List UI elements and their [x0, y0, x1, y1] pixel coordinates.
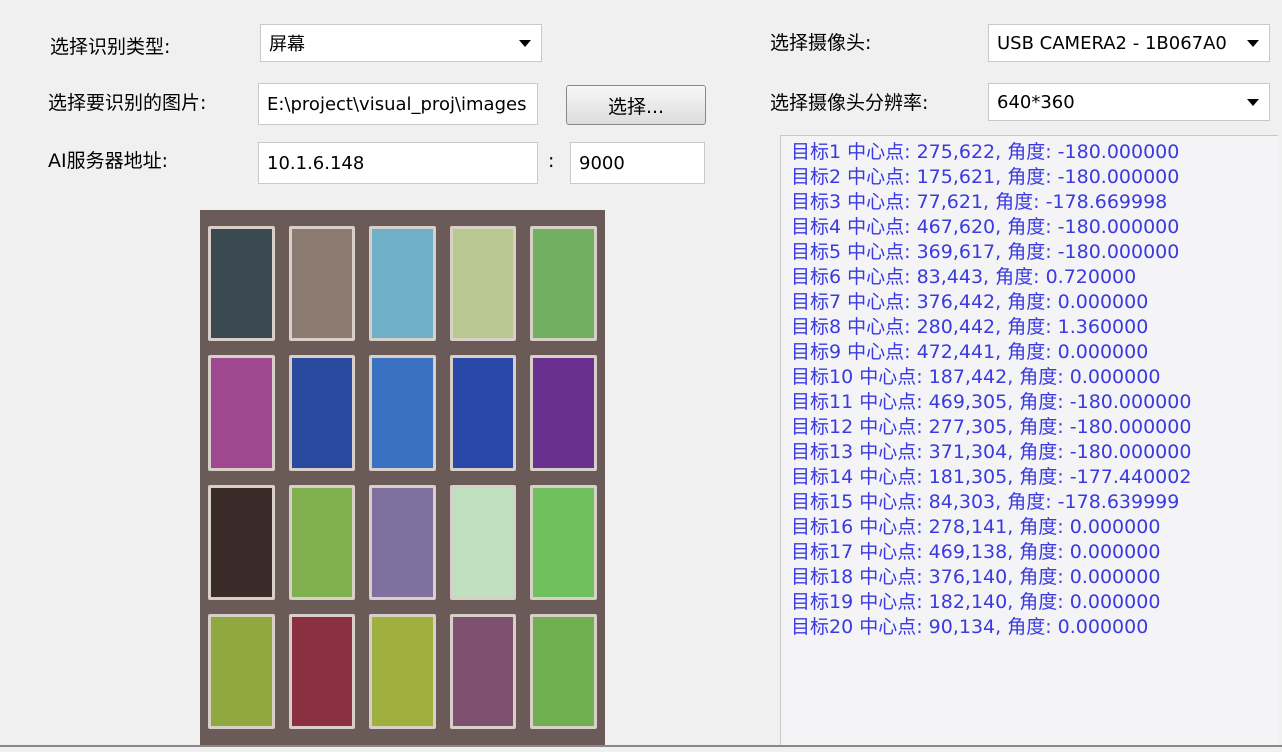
result-line: 目标20 中心点: 90,134, 角度: 0.000000: [791, 615, 1278, 640]
result-line: 目标4 中心点: 467,620, 角度: -180.000000: [791, 215, 1278, 240]
screen-panel: [369, 485, 436, 600]
result-line: 目标15 中心点: 84,303, 角度: -178.639999: [791, 490, 1278, 515]
result-line: 目标17 中心点: 469,138, 角度: 0.000000: [791, 540, 1278, 565]
resolution-select[interactable]: 640*360: [988, 83, 1270, 121]
chevron-down-icon: [519, 40, 531, 47]
result-line: 目标2 中心点: 175,621, 角度: -180.000000: [791, 165, 1278, 190]
results-list[interactable]: 目标1 中心点: 275,622, 角度: -180.000000目标2 中心点…: [780, 135, 1278, 745]
camera-label: 选择摄像头:: [770, 28, 871, 55]
screen-panel: [289, 355, 356, 470]
recognition-type-value: 屏幕: [269, 30, 305, 56]
result-line: 目标3 中心点: 77,621, 角度: -178.669998: [791, 190, 1278, 215]
result-line: 目标6 中心点: 83,443, 角度: 0.720000: [791, 265, 1278, 290]
resolution-value: 640*360: [997, 92, 1075, 113]
chevron-down-icon: [1247, 40, 1259, 47]
screen-panel: [208, 226, 275, 341]
screen-panel: [450, 485, 517, 600]
camera-select[interactable]: USB CAMERA2 - 1B067A0: [988, 24, 1270, 62]
divider: [0, 745, 1282, 747]
screen-panel: [450, 355, 517, 470]
screen-panel: [369, 614, 436, 729]
result-line: 目标16 中心点: 278,141, 角度: 0.000000: [791, 515, 1278, 540]
screen-panel: [289, 614, 356, 729]
image-path-label: 选择要识别的图片:: [48, 88, 206, 115]
result-line: 目标11 中心点: 469,305, 角度: -180.000000: [791, 390, 1278, 415]
screen-panel: [369, 226, 436, 341]
result-line: 目标9 中心点: 472,441, 角度: 0.000000: [791, 340, 1278, 365]
screen-panel: [208, 355, 275, 470]
screen-panel: [530, 485, 597, 600]
server-ip-input[interactable]: 10.1.6.148: [258, 142, 538, 184]
recognition-image: [200, 210, 605, 745]
screen-panel: [208, 614, 275, 729]
screen-panel: [530, 614, 597, 729]
recognition-type-label: 选择识别类型:: [50, 32, 170, 59]
screen-panel: [450, 614, 517, 729]
result-line: 目标18 中心点: 376,140, 角度: 0.000000: [791, 565, 1278, 590]
result-line: 目标1 中心点: 275,622, 角度: -180.000000: [791, 140, 1278, 165]
resolution-label: 选择摄像头分辨率:: [770, 88, 928, 115]
result-line: 目标13 中心点: 371,304, 角度: -180.000000: [791, 440, 1278, 465]
screen-panel: [369, 355, 436, 470]
result-line: 目标8 中心点: 280,442, 角度: 1.360000: [791, 315, 1278, 340]
screen-panel: [208, 485, 275, 600]
screen-panel: [530, 355, 597, 470]
result-line: 目标14 中心点: 181,305, 角度: -177.440002: [791, 465, 1278, 490]
camera-value: USB CAMERA2 - 1B067A0: [997, 33, 1227, 54]
result-line: 目标5 中心点: 369,617, 角度: -180.000000: [791, 240, 1278, 265]
server-address-label: AI服务器地址:: [48, 146, 168, 173]
screen-panel: [289, 485, 356, 600]
server-port-input[interactable]: 9000: [570, 142, 705, 184]
image-path-input[interactable]: E:\project\visual_proj\images: [258, 83, 538, 125]
result-line: 目标10 中心点: 187,442, 角度: 0.000000: [791, 365, 1278, 390]
chevron-down-icon: [1247, 99, 1259, 106]
screen-panel: [289, 226, 356, 341]
result-line: 目标7 中心点: 376,442, 角度: 0.000000: [791, 290, 1278, 315]
screen-panel: [450, 226, 517, 341]
choose-image-button[interactable]: 选择...: [566, 85, 706, 125]
port-separator: :: [548, 150, 554, 172]
recognition-type-select[interactable]: 屏幕: [260, 24, 542, 62]
screen-panel: [530, 226, 597, 341]
result-line: 目标12 中心点: 277,305, 角度: -180.000000: [791, 415, 1278, 440]
result-line: 目标19 中心点: 182,140, 角度: 0.000000: [791, 590, 1278, 615]
